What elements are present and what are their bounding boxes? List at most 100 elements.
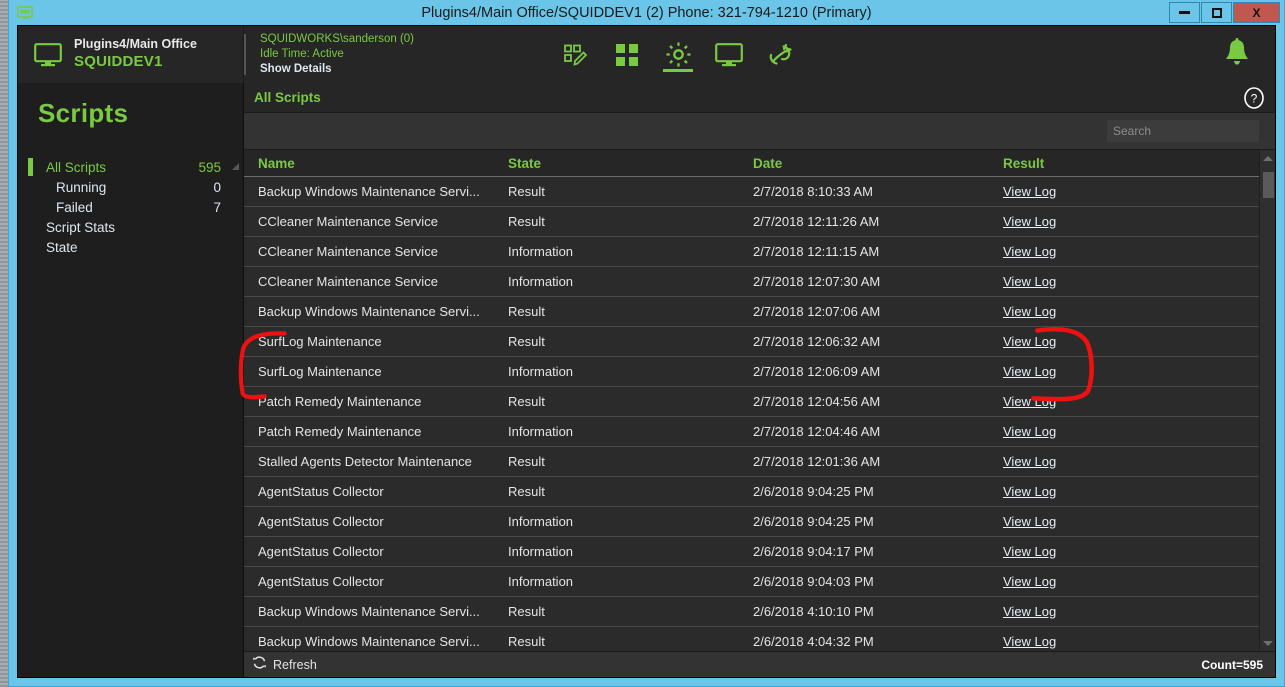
- header-toolbar: [558, 26, 798, 83]
- table-row[interactable]: CCleaner Maintenance Service Information 2…: [244, 237, 1259, 267]
- apps-grid-icon[interactable]: [609, 35, 645, 75]
- machine-info-block[interactable]: Plugins4/Main Office SQUIDDEV1: [18, 26, 244, 83]
- view-log-link[interactable]: View Log: [1003, 304, 1056, 319]
- table-row[interactable]: Backup Windows Maintenance Servi... Resul…: [244, 627, 1259, 651]
- minimize-button[interactable]: [1169, 2, 1200, 23]
- column-header-name[interactable]: Name: [258, 156, 508, 171]
- main-row: Scripts All Scripts 595 Running 0 Failed…: [18, 83, 1275, 677]
- cell-state: Information: [508, 244, 574, 259]
- table-row[interactable]: CCleaner Maintenance Service Result 2/7/20…: [244, 207, 1259, 237]
- view-log-link[interactable]: View Log: [1003, 424, 1056, 439]
- search-input[interactable]: [1107, 120, 1259, 142]
- cell-name: Patch Remedy Maintenance: [258, 394, 422, 409]
- app-body: Plugins4/Main Office SQUIDDEV1 SQUIDWORK…: [17, 25, 1276, 678]
- remote-screen-icon[interactable]: [711, 35, 747, 75]
- cell-state: Information: [508, 274, 574, 289]
- scrollbar-thumb[interactable]: [1262, 172, 1274, 198]
- plug-connect-icon[interactable]: [762, 35, 798, 75]
- table-row[interactable]: AgentStatus Collector Information 2/6/2018…: [244, 567, 1259, 597]
- cell-result[interactable]: View Log: [1003, 604, 1259, 619]
- sidebar-item-failed[interactable]: Failed 7: [18, 197, 243, 217]
- refresh-label: Refresh: [273, 657, 317, 672]
- cell-date: 2/7/2018 12:07:30 AM: [753, 274, 881, 289]
- view-log-link[interactable]: View Log: [1003, 634, 1056, 649]
- cell-result[interactable]: View Log: [1003, 454, 1259, 469]
- maximize-icon: [1211, 7, 1222, 18]
- cell-result[interactable]: View Log: [1003, 304, 1259, 319]
- view-log-link[interactable]: View Log: [1003, 604, 1056, 619]
- table-row[interactable]: SurfLog Maintenance Information 2/7/2018 1…: [244, 357, 1259, 387]
- table-row[interactable]: Backup Windows Maintenance Servi... Resul…: [244, 297, 1259, 327]
- view-log-link[interactable]: View Log: [1003, 454, 1056, 469]
- view-log-link[interactable]: View Log: [1003, 574, 1056, 589]
- table-row[interactable]: SurfLog Maintenance Result 2/7/2018 12:06:…: [244, 327, 1259, 357]
- cell-result[interactable]: View Log: [1003, 424, 1259, 439]
- view-log-link[interactable]: View Log: [1003, 394, 1056, 409]
- table-row[interactable]: AgentStatus Collector Information 2/6/2018…: [244, 507, 1259, 537]
- cell-result[interactable]: View Log: [1003, 394, 1259, 409]
- view-log-link[interactable]: View Log: [1003, 484, 1056, 499]
- view-log-link[interactable]: View Log: [1003, 544, 1056, 559]
- column-header-state[interactable]: State: [508, 156, 753, 171]
- table-row[interactable]: Stalled Agents Detector Maintenance Resul…: [244, 447, 1259, 477]
- cell-result[interactable]: View Log: [1003, 334, 1259, 349]
- cell-result[interactable]: View Log: [1003, 574, 1259, 589]
- record-count: Count=595: [1201, 657, 1263, 672]
- view-log-link[interactable]: View Log: [1003, 334, 1056, 349]
- cell-date: 2/6/2018 9:04:25 PM: [753, 514, 874, 529]
- cell-result[interactable]: View Log: [1003, 364, 1259, 379]
- scripts-edit-icon[interactable]: [558, 35, 594, 75]
- refresh-button[interactable]: Refresh: [252, 655, 317, 675]
- view-log-link[interactable]: View Log: [1003, 514, 1056, 529]
- table-area: Name State Date Result Backup Windows Ma…: [244, 150, 1259, 651]
- column-header-date[interactable]: Date: [753, 156, 1003, 171]
- cell-result[interactable]: View Log: [1003, 244, 1259, 259]
- session-idle-time: Idle Time: Active: [260, 47, 344, 60]
- table-row[interactable]: Patch Remedy Maintenance Result 2/7/2018 1…: [244, 387, 1259, 417]
- cell-date: 2/6/2018 9:04:25 PM: [753, 484, 874, 499]
- vertical-scrollbar[interactable]: [1259, 150, 1275, 651]
- cell-result[interactable]: View Log: [1003, 274, 1259, 289]
- resize-grip-icon[interactable]: [232, 163, 239, 170]
- cell-name: Stalled Agents Detector Maintenance: [258, 454, 472, 469]
- cell-state: Information: [508, 424, 574, 439]
- view-log-link[interactable]: View Log: [1003, 184, 1056, 199]
- table-row[interactable]: Patch Remedy Maintenance Information 2/7/2…: [244, 417, 1259, 447]
- table-row[interactable]: Backup Windows Maintenance Servi... Resul…: [244, 177, 1259, 207]
- view-log-link[interactable]: View Log: [1003, 244, 1056, 259]
- chevron-down-icon: [1262, 640, 1273, 646]
- cell-date: 2/6/2018 9:04:17 PM: [753, 544, 874, 559]
- cell-result[interactable]: View Log: [1003, 544, 1259, 559]
- show-details-link[interactable]: Show Details: [260, 62, 414, 77]
- maximize-button[interactable]: [1201, 2, 1232, 23]
- view-log-link[interactable]: View Log: [1003, 364, 1056, 379]
- table-row[interactable]: AgentStatus Collector Information 2/6/2018…: [244, 537, 1259, 567]
- view-log-link[interactable]: View Log: [1003, 214, 1056, 229]
- scrollbar-track[interactable]: [1260, 166, 1276, 635]
- cell-result[interactable]: View Log: [1003, 184, 1259, 199]
- cell-state: Information: [508, 514, 574, 529]
- close-button[interactable]: X: [1233, 2, 1280, 23]
- sidebar-item-state[interactable]: State: [18, 237, 243, 257]
- scroll-up-arrow-icon[interactable]: [1260, 150, 1276, 166]
- sidebar-item-running[interactable]: Running 0: [18, 177, 243, 197]
- notification-bell-icon[interactable]: [1199, 26, 1275, 83]
- cell-result[interactable]: View Log: [1003, 484, 1259, 499]
- title-bar[interactable]: Plugins4/Main Office/SQUIDDEV1 (2) Phone…: [9, 0, 1284, 25]
- view-log-link[interactable]: View Log: [1003, 274, 1056, 289]
- cell-state: Result: [508, 394, 545, 409]
- table-row[interactable]: Backup Windows Maintenance Servi... Resul…: [244, 597, 1259, 627]
- table-row[interactable]: AgentStatus Collector Result 2/6/2018 9:04…: [244, 477, 1259, 507]
- cell-result[interactable]: View Log: [1003, 514, 1259, 529]
- help-question-icon[interactable]: ?: [1243, 87, 1265, 114]
- sidebar-item-all-scripts[interactable]: All Scripts 595: [18, 157, 243, 177]
- column-header-result[interactable]: Result: [1003, 156, 1259, 171]
- table-row[interactable]: CCleaner Maintenance Service Information 2…: [244, 267, 1259, 297]
- gear-settings-icon[interactable]: [660, 35, 696, 75]
- scroll-down-arrow-icon[interactable]: [1260, 635, 1276, 651]
- sidebar-item-script-stats[interactable]: Script Stats: [18, 217, 243, 237]
- cell-name: Backup Windows Maintenance Servi...: [258, 634, 480, 649]
- cell-result[interactable]: View Log: [1003, 634, 1259, 649]
- chevron-up-icon: [1262, 155, 1273, 161]
- cell-result[interactable]: View Log: [1003, 214, 1259, 229]
